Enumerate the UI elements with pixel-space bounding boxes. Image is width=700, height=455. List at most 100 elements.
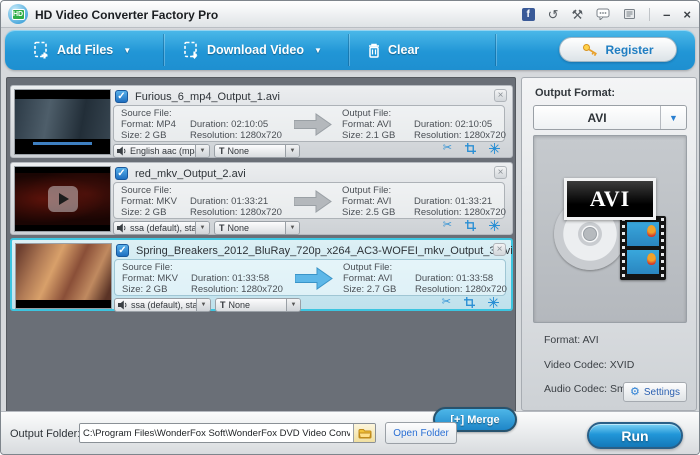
app-window: HD HD Video Converter Factory Pro f ↺ ⚒ … <box>0 0 700 455</box>
output-size: Size: 2.7 GB <box>343 284 396 295</box>
file-row-selected[interactable]: ✓ Spring_Breakers_2012_BluRay_720p_x264_… <box>10 238 513 311</box>
subtitle-dropdown[interactable]: T None ▼ <box>215 298 301 312</box>
crop-icon[interactable] <box>464 297 475 308</box>
purchase-icon[interactable] <box>623 8 636 20</box>
download-icon <box>183 41 200 60</box>
run-button[interactable]: Run <box>587 422 683 449</box>
register-label: Register <box>605 43 653 57</box>
play-icon[interactable] <box>48 186 78 212</box>
file-checkbox[interactable]: ✓ <box>116 244 129 257</box>
file-info-box: Source File: Format: MKV Size: 2 GB Dura… <box>114 259 506 296</box>
folder-icon <box>358 428 372 439</box>
add-files-label: Add Files <box>57 43 113 57</box>
register-button[interactable]: Register <box>559 37 677 62</box>
output-format-label: Output Format: <box>535 87 615 99</box>
feedback-icon[interactable] <box>596 8 610 20</box>
clear-button[interactable]: Clear <box>367 30 419 70</box>
main-toolbar: Add Files ▼ Download Video ▼ Clear <box>5 30 695 70</box>
file-checkbox[interactable]: ✓ <box>115 90 128 103</box>
output-label: Output File: <box>343 262 396 273</box>
audio-track-value: English aac (mp4... <box>127 146 195 156</box>
key-icon <box>582 43 599 56</box>
add-file-icon <box>33 41 50 60</box>
crop-icon[interactable] <box>465 143 476 154</box>
video-thumbnail[interactable] <box>15 243 112 309</box>
audio-track-dropdown[interactable]: ssa (default), star... ▼ <box>113 221 210 235</box>
source-size: Size: 2 GB <box>121 207 177 218</box>
toolbar-divider <box>348 34 349 66</box>
speaker-icon <box>117 223 127 233</box>
audio-track-dropdown[interactable]: ssa (default), star... ▼ <box>114 298 211 312</box>
effects-icon[interactable] <box>489 220 500 231</box>
tools-icon[interactable]: ⚒ <box>572 8 584 21</box>
speaker-icon <box>118 300 128 310</box>
toolbar-divider <box>163 34 164 66</box>
source-size: Size: 2 GB <box>122 284 178 295</box>
output-format-dropdown[interactable]: AVI ▼ <box>533 105 687 130</box>
output-format-value: AVI <box>534 111 660 125</box>
output-format: Format: AVI <box>343 273 396 284</box>
output-duration: Duration: 01:33:58 <box>415 273 507 284</box>
file-name: Spring_Breakers_2012_BluRay_720p_x264_AC… <box>136 245 513 257</box>
file-row[interactable]: ✓ Furious_6_mp4_Output_1.avi × Source Fi… <box>10 85 513 158</box>
source-label: Source File: <box>121 185 177 196</box>
browse-folder-button[interactable] <box>353 424 375 442</box>
video-thumbnail[interactable] <box>14 166 111 232</box>
window-title: HD Video Converter Factory Pro <box>35 8 218 22</box>
remove-file-button[interactable]: × <box>493 243 506 256</box>
source-label: Source File: <box>121 108 176 119</box>
audio-track-value: ssa (default), star... <box>128 300 196 310</box>
check-icon: ✓ <box>118 245 126 256</box>
subtitle-t-icon: T <box>216 300 226 310</box>
subtitle-value: None <box>225 223 286 233</box>
file-row[interactable]: ✓ red_mkv_Output_2.avi × Source File: Fo… <box>10 162 513 235</box>
close-button[interactable]: × <box>683 8 691 21</box>
output-duration: Duration: 01:33:21 <box>414 196 506 207</box>
chevron-down-icon: ▼ <box>285 145 299 157</box>
output-size: Size: 2.5 GB <box>342 207 395 218</box>
subtitle-dropdown[interactable]: T None ▼ <box>214 221 300 235</box>
subtitle-dropdown[interactable]: T None ▼ <box>214 144 300 158</box>
output-duration: Duration: 02:10:05 <box>414 119 506 130</box>
bottom-bar: [+] Merge Output Folder: Open Folder Run <box>1 411 699 454</box>
settings-button[interactable]: ⚙ Settings <box>623 382 687 402</box>
output-format: Format: AVI <box>342 119 395 130</box>
subtitle-t-icon: T <box>215 146 225 156</box>
chevron-down-icon: ▼ <box>123 46 131 55</box>
cut-icon[interactable]: ✂ <box>443 220 452 231</box>
remove-file-button[interactable]: × <box>494 166 507 179</box>
effects-icon[interactable] <box>488 297 499 308</box>
output-resolution: Resolution: 1280x720 <box>414 130 506 141</box>
add-files-button[interactable]: Add Files ▼ <box>33 30 131 70</box>
effects-icon[interactable] <box>489 143 500 154</box>
output-folder-input[interactable] <box>80 424 353 442</box>
cut-icon[interactable]: ✂ <box>442 297 451 308</box>
clear-label: Clear <box>388 43 419 57</box>
output-label: Output File: <box>342 185 395 196</box>
cut-icon[interactable]: ✂ <box>443 143 452 154</box>
source-resolution: Resolution: 1280x720 <box>191 284 283 295</box>
video-codec-detail: Video Codec: XVID <box>544 359 634 371</box>
chevron-down-icon: ▼ <box>286 299 300 311</box>
title-bar: HD HD Video Converter Factory Pro f ↺ ⚒ … <box>1 1 699 28</box>
restore-undo-icon[interactable]: ↺ <box>548 8 559 21</box>
open-folder-button[interactable]: Open Folder <box>385 422 457 444</box>
app-logo-icon: HD <box>8 4 28 24</box>
chevron-down-icon: ▼ <box>314 46 322 55</box>
convert-arrow-icon <box>294 113 332 136</box>
download-video-label: Download Video <box>207 43 304 57</box>
video-thumbnail[interactable] <box>14 89 111 155</box>
trash-icon <box>367 42 381 59</box>
audio-track-dropdown[interactable]: English aac (mp4... ▼ <box>113 144 210 158</box>
crop-icon[interactable] <box>465 220 476 231</box>
subtitle-t-icon: T <box>215 223 225 233</box>
facebook-icon[interactable]: f <box>522 8 535 21</box>
output-format-panel: Output Format: AVI ▼ AVI Format: AVI Vid… <box>521 77 697 411</box>
download-video-button[interactable]: Download Video ▼ <box>183 30 322 70</box>
check-icon: ✓ <box>117 168 125 179</box>
minimize-button[interactable]: – <box>663 8 670 21</box>
file-checkbox[interactable]: ✓ <box>115 167 128 180</box>
source-duration: Duration: 01:33:21 <box>190 196 282 207</box>
source-duration: Duration: 01:33:58 <box>191 273 283 284</box>
remove-file-button[interactable]: × <box>494 89 507 102</box>
